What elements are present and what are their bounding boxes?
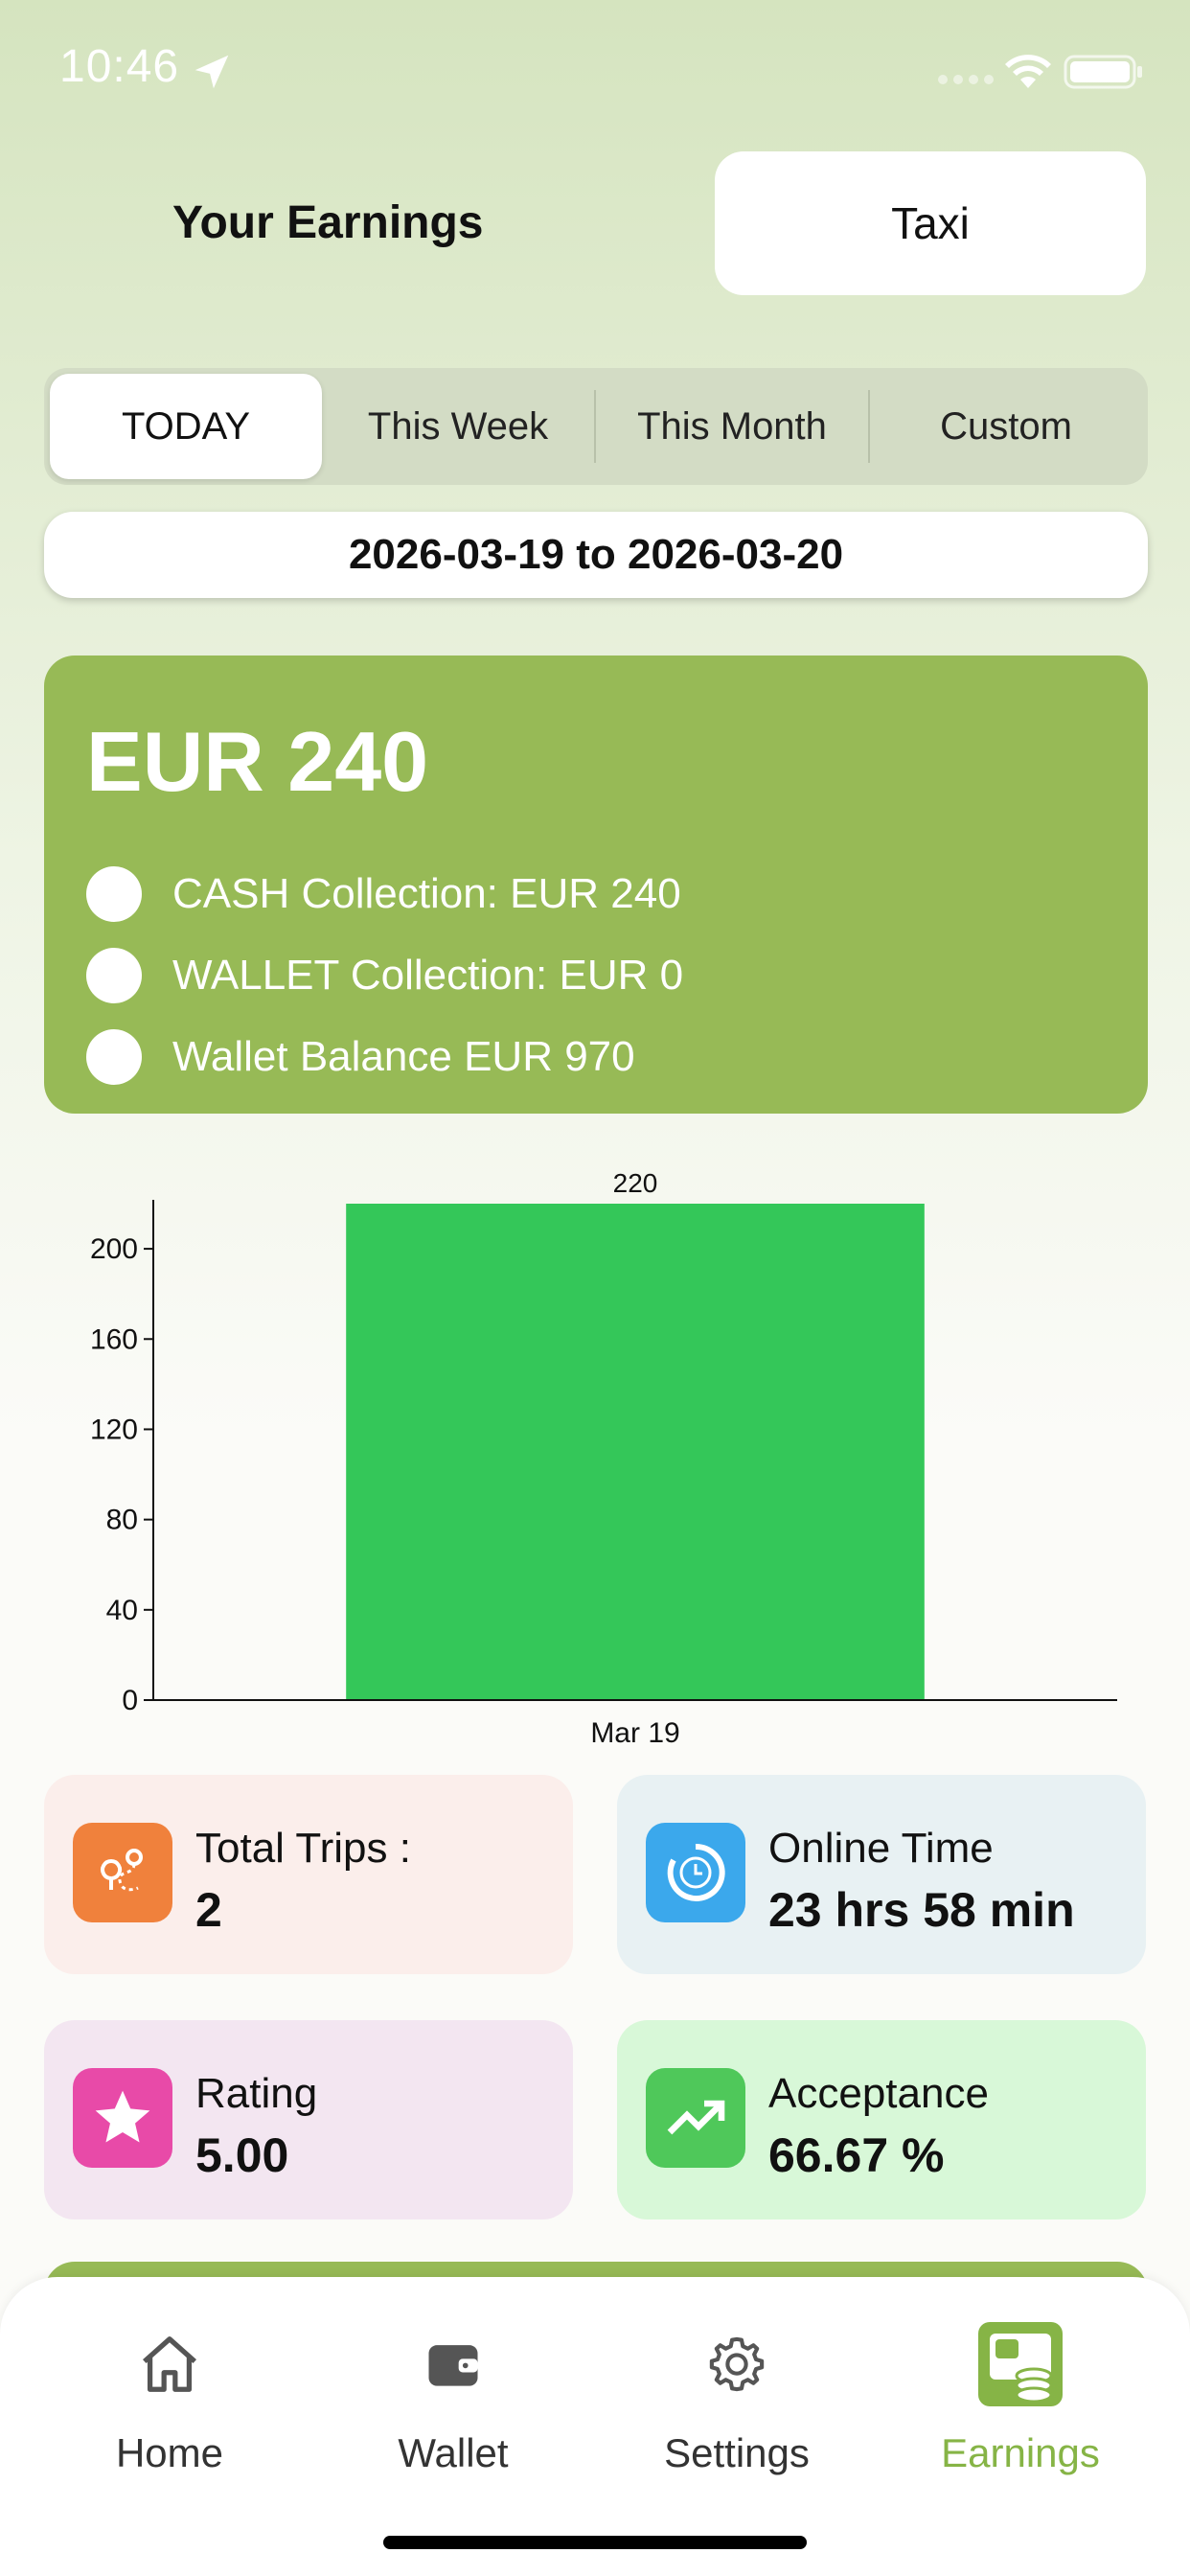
chart-x-tick-label: Mar 19 — [590, 1717, 679, 1749]
rating-label: Rating — [195, 2070, 318, 2117]
chart-y-tick-label: 120 — [90, 1414, 138, 1445]
acceptance-value: 66.67 % — [768, 2128, 945, 2182]
period-segmented-control: TODAY This Week This Month Custom — [44, 368, 1148, 485]
bullet-dot — [86, 866, 142, 922]
total-trips-label: Total Trips : — [195, 1825, 411, 1872]
route-icon — [73, 1823, 172, 1922]
chart-y-tick-label: 200 — [90, 1233, 138, 1265]
tab-wallet-label: Wallet — [398, 2430, 509, 2475]
tab-home-label: Home — [115, 2430, 224, 2475]
wallet-collection-label: WALLET Collection: EUR 0 — [172, 952, 684, 999]
location-arrow-icon — [195, 55, 229, 89]
tab-wallet[interactable]: Wallet — [338, 2312, 568, 2503]
date-range-picker[interactable]: 2026-03-19 to 2026-03-20 — [44, 512, 1148, 598]
home-indicator — [383, 2536, 807, 2549]
earnings-summary-card: EUR 240 CASH Collection: EUR 240 WALLET … — [44, 656, 1148, 1114]
online-time-label: Online Time — [768, 1825, 994, 1872]
chart-y-tick-label: 40 — [106, 1595, 138, 1626]
earnings-total: EUR 240 — [86, 714, 429, 809]
wallet-collection-row: WALLET Collection: EUR 0 — [86, 948, 683, 1003]
wallet-balance-row: Wallet Balance EUR 970 — [86, 1029, 635, 1085]
chart-svg: 220 Mar 19 0 40 80 120 160 200 — [90, 1168, 1117, 1749]
page-title: Your Earnings — [172, 197, 484, 248]
rating-card[interactable]: Rating 5.00 — [44, 2020, 573, 2220]
battery-icon — [1064, 55, 1142, 89]
bottom-tab-bar: Home Wallet Settings Earnings — [0, 2277, 1190, 2576]
tab-custom[interactable]: Custom — [870, 374, 1142, 479]
status-time: 10:46 — [59, 41, 180, 92]
tab-this-month[interactable]: This Month — [596, 374, 868, 479]
home-icon — [117, 2312, 222, 2417]
online-time-value: 23 hrs 58 min — [768, 1883, 1075, 1937]
chart-y-tick-label: 80 — [106, 1505, 138, 1536]
wallet-icon — [400, 2312, 506, 2417]
wifi-icon — [1005, 55, 1051, 88]
chart-bar — [346, 1204, 925, 1700]
cash-collection-row: CASH Collection: EUR 240 — [86, 866, 681, 922]
earnings-icon — [968, 2312, 1073, 2417]
chart-y-tick-label: 160 — [90, 1323, 138, 1355]
bullet-dot — [86, 1029, 142, 1085]
total-trips-card[interactable]: Total Trips : 2 — [44, 1775, 573, 1974]
cash-collection-label: CASH Collection: EUR 240 — [172, 870, 681, 917]
tab-earnings[interactable]: Earnings — [905, 2312, 1135, 2503]
star-icon — [73, 2068, 172, 2168]
tab-settings-label: Settings — [664, 2430, 810, 2475]
online-time-card[interactable]: Online Time 23 hrs 58 min — [617, 1775, 1146, 1974]
status-bar: 10:46 — [0, 0, 1190, 144]
wallet-balance-label: Wallet Balance EUR 970 — [172, 1033, 635, 1080]
tab-today[interactable]: TODAY — [50, 374, 322, 479]
total-trips-value: 2 — [195, 1883, 222, 1937]
tab-earnings-label: Earnings — [941, 2430, 1100, 2475]
chart-data-label: 220 — [613, 1168, 658, 1198]
acceptance-card[interactable]: Acceptance 66.67 % — [617, 2020, 1146, 2220]
chart-y-tick-label: 0 — [122, 1685, 138, 1716]
service-type-button[interactable]: Taxi — [715, 151, 1146, 295]
trend-up-icon — [646, 2068, 745, 2168]
rating-value: 5.00 — [195, 2128, 289, 2182]
earnings-bar-chart: 220 Mar 19 0 40 80 120 160 200 — [0, 1150, 1190, 1763]
bullet-dot — [86, 948, 142, 1003]
clock-icon — [646, 1823, 745, 1922]
tab-settings[interactable]: Settings — [622, 2312, 852, 2503]
tab-home[interactable]: Home — [55, 2312, 285, 2503]
tab-this-week[interactable]: This Week — [322, 374, 594, 479]
gear-icon — [684, 2312, 790, 2417]
acceptance-label: Acceptance — [768, 2070, 989, 2117]
